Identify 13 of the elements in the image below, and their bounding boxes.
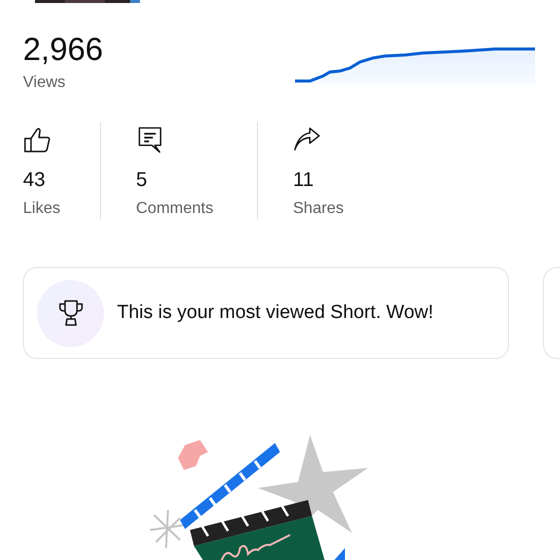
stat-label: Shares (293, 200, 344, 218)
share-icon (293, 126, 321, 153)
trophy-icon (58, 299, 84, 327)
stat-count: 11 (293, 169, 315, 192)
stat-count: 5 (136, 169, 148, 192)
views-count: 2,966 (23, 31, 104, 67)
stat-label: Comments (136, 200, 214, 218)
comment-icon (136, 126, 164, 153)
views-label: Views (23, 74, 66, 92)
stat-label: Likes (23, 200, 62, 218)
thumbs-up-icon (23, 126, 51, 153)
highlight-text: This is your most viewed Short. Wow! (117, 302, 434, 324)
stat-count: 43 (23, 169, 46, 192)
